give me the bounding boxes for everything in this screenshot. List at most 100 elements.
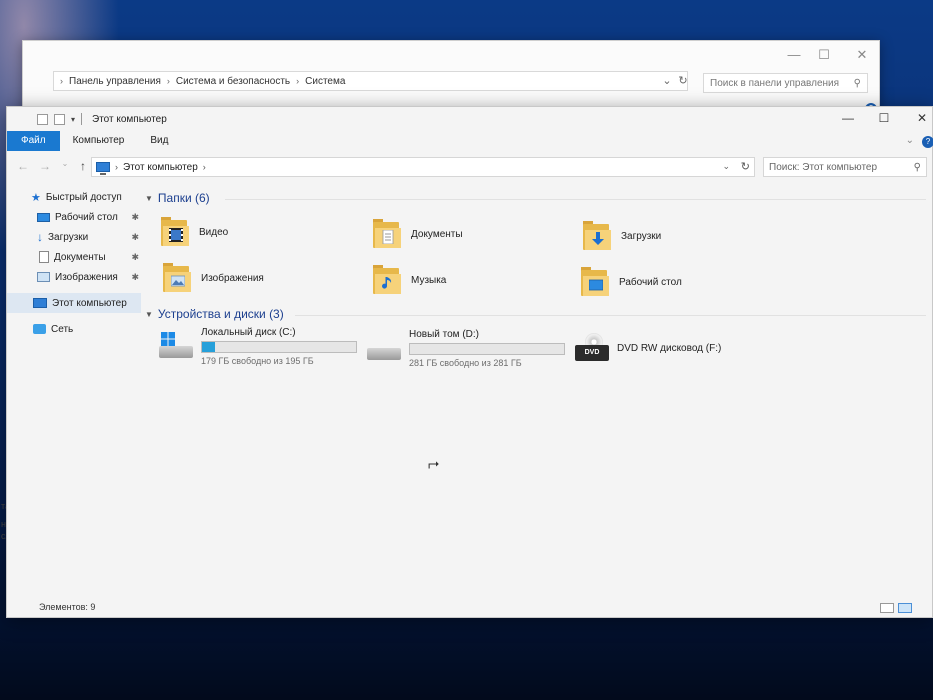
folder-label: Рабочий стол	[619, 276, 682, 288]
folder-videos[interactable]: Видео	[161, 217, 228, 247]
drive-free-space: 179 ГБ свободно из 195 ГБ	[201, 356, 314, 366]
sidebar-item-network[interactable]: Сеть	[7, 319, 141, 339]
computer-icon	[33, 298, 47, 308]
control-panel-titlebar: — ☐ ✕	[23, 41, 879, 71]
control-panel-address-bar[interactable]: › Панель управления › Система и безопасн…	[53, 71, 688, 91]
maximize-icon[interactable]: ☐	[815, 47, 833, 63]
refresh-icon[interactable]: ↻	[741, 160, 750, 173]
chevron-right-icon: ›	[166, 76, 170, 86]
back-arrow-icon[interactable]: ←	[15, 159, 31, 173]
drive-c[interactable]: Локальный диск (C:) 179 ГБ свободно из 1…	[159, 327, 357, 366]
help-icon[interactable]: ?	[922, 136, 933, 148]
search-placeholder: Поиск: Этот компьютер	[769, 161, 878, 173]
breadcrumb-system[interactable]: Система	[305, 76, 345, 87]
new-folder-icon[interactable]	[54, 113, 65, 125]
star-icon: ★	[31, 191, 41, 204]
sidebar-item-downloads[interactable]: ↓ Загрузки ✱	[7, 227, 141, 247]
chevron-down-icon[interactable]: ⌄	[906, 135, 914, 146]
drive-f-dvd[interactable]: DVD DVD RW дисковод (F:)	[575, 333, 721, 363]
sidebar-item-label: Быстрый доступ	[45, 191, 122, 203]
windows-drive-icon	[159, 331, 193, 362]
search-placeholder: Поиск в панели управления	[710, 77, 840, 89]
folder-label: Музыка	[411, 274, 447, 286]
sidebar-item-desktop[interactable]: Рабочий стол ✱	[7, 207, 141, 227]
navigation-bar: ← → ⌄ ↑ › Этот компьютер › ⌄ ↻ Поиск: Эт…	[7, 155, 932, 179]
desktop-icon	[37, 212, 50, 222]
tiles-view-icon[interactable]	[898, 603, 912, 613]
drive-d[interactable]: Новый том (D:) 281 ГБ свободно из 281 ГБ	[367, 329, 565, 368]
drive-info: Локальный диск (C:) 179 ГБ свободно из 1…	[201, 327, 357, 366]
pictures-folder-icon	[163, 263, 193, 293]
folder-documents[interactable]: Документы	[373, 219, 463, 249]
sidebar-item-pictures[interactable]: Изображения ✱	[7, 267, 141, 287]
chevron-down-icon[interactable]: ⌄	[57, 159, 73, 168]
breadcrumb-system-security[interactable]: Система и безопасность	[176, 76, 290, 87]
downloads-folder-icon	[583, 221, 613, 251]
divider	[81, 113, 83, 125]
devices-group-header[interactable]: ▼ Устройства и диски (3)	[145, 305, 284, 323]
sidebar-item-label: Документы	[54, 251, 106, 263]
folder-label: Документы	[411, 228, 463, 240]
folder-pictures[interactable]: Изображения	[163, 263, 264, 293]
minimize-icon[interactable]: —	[785, 47, 803, 62]
sidebar-item-documents[interactable]: Документы ✱	[7, 247, 141, 267]
divider	[295, 315, 926, 316]
sidebar-item-quick-access[interactable]: ★ Быстрый доступ	[7, 187, 141, 207]
documents-folder-icon	[373, 219, 403, 249]
folder-desktop[interactable]: Рабочий стол	[581, 267, 682, 297]
search-icon: ⚲	[853, 77, 861, 89]
up-arrow-icon[interactable]: ↑	[75, 159, 91, 173]
status-bar: Элементов: 9	[7, 597, 932, 617]
folder-downloads[interactable]: Загрузки	[583, 221, 661, 251]
refresh-icon[interactable]: ↻	[675, 74, 691, 90]
forward-arrow-icon[interactable]: →	[37, 159, 53, 173]
address-text[interactable]: Этот компьютер	[123, 162, 198, 173]
maximize-icon[interactable]: ☐	[875, 111, 893, 125]
folder-label: Видео	[199, 226, 229, 238]
chevron-down-icon[interactable]: ⌄	[722, 161, 730, 172]
pin-icon[interactable]: ✱	[131, 272, 139, 283]
ribbon-tabs: Файл Компьютер Вид ⌄ ?	[7, 131, 933, 151]
breadcrumb-control-panel[interactable]: Панель управления	[69, 76, 161, 87]
content-pane: ▼ Папки (6) Видео Документы Загрузки Изо…	[145, 187, 926, 597]
sidebar-item-this-pc[interactable]: Этот компьютер	[7, 293, 141, 313]
window-title: Этот компьютер	[92, 113, 167, 125]
chevron-down-icon: ▼	[145, 309, 153, 319]
pictures-icon	[37, 272, 50, 282]
address-bar[interactable]: › Этот компьютер › ⌄ ↻	[91, 157, 755, 177]
music-folder-icon	[373, 265, 403, 295]
folder-music[interactable]: Музыка	[373, 265, 446, 295]
chevron-down-icon[interactable]: ⌄	[659, 74, 675, 90]
chevron-right-icon: ›	[115, 162, 118, 172]
close-icon[interactable]: ✕	[853, 47, 871, 63]
folders-group-header[interactable]: ▼ Папки (6)	[145, 189, 210, 207]
minimize-icon[interactable]: —	[839, 111, 857, 125]
computer-icon	[96, 162, 110, 175]
tab-computer[interactable]: Компьютер	[60, 131, 138, 151]
tab-file[interactable]: Файл	[7, 131, 60, 151]
mouse-cursor-icon: ⮣	[428, 455, 440, 471]
pin-icon[interactable]: ✱	[131, 252, 139, 263]
search-icon: ⚲	[913, 161, 921, 173]
control-panel-search-input[interactable]: Поиск в панели управления ⚲	[703, 73, 868, 93]
folder-label: Загрузки	[621, 230, 662, 242]
chevron-down-icon: ▼	[145, 193, 153, 203]
tab-view[interactable]: Вид	[137, 131, 181, 151]
item-count: Элементов: 9	[39, 602, 96, 612]
properties-icon[interactable]	[37, 113, 48, 125]
sidebar-item-label: Изображения	[55, 271, 118, 283]
chevron-right-icon: ›	[202, 162, 206, 172]
desktop-folder-icon	[581, 267, 611, 297]
details-view-icon[interactable]	[880, 603, 894, 613]
network-icon	[33, 324, 46, 334]
drive-usage-fill	[202, 342, 215, 352]
search-input[interactable]: Поиск: Этот компьютер ⚲	[763, 157, 927, 177]
drive-free-space: 281 ГБ свободно из 281 ГБ	[409, 358, 522, 368]
pin-icon[interactable]: ✱	[131, 212, 139, 223]
drive-info: Новый том (D:) 281 ГБ свободно из 281 ГБ	[409, 329, 565, 368]
explorer-titlebar: ▾ Этот компьютер — ☐ ✕	[7, 107, 932, 131]
drive-label: DVD RW дисковод (F:)	[617, 342, 722, 354]
pin-icon[interactable]: ✱	[131, 232, 139, 243]
close-icon[interactable]: ✕	[913, 111, 931, 125]
chevron-down-icon[interactable]: ▾	[71, 115, 75, 124]
